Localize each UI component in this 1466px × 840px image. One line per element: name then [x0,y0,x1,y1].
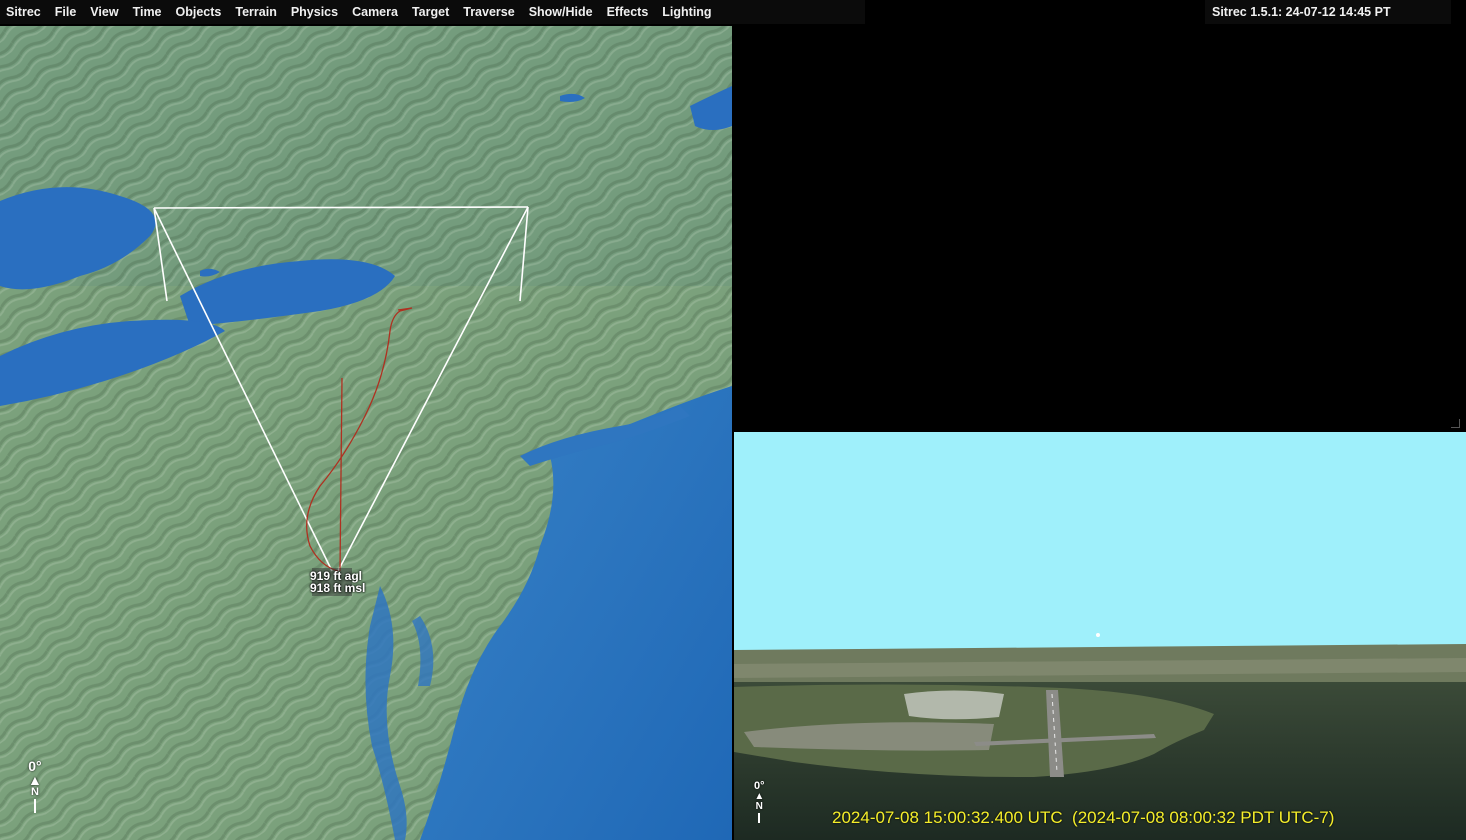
camera-compass-tick [758,813,761,823]
camera-compass: 0° ▲ N [754,780,765,823]
menu-bar-end [1451,0,1466,24]
menu-terrain[interactable]: Terrain [235,5,276,19]
menu-effects[interactable]: Effects [607,5,649,19]
compass-tick [33,799,36,813]
menu-file[interactable]: File [55,5,77,19]
camera-scene [734,633,1466,840]
north-arrow-icon: ▲ [28,772,42,788]
camera-view[interactable]: 0° ▲ N 2024-07-08 15:00:32.400 UTC (2024… [734,432,1466,840]
camera-compass-north: N [755,801,763,812]
altitude-readout: 919 ft agl 918 ft msl [310,570,365,594]
menu-lighting[interactable]: Lighting [662,5,711,19]
menu-bar: Sitrec File View Time Objects Terrain Ph… [0,0,865,24]
menu-time[interactable]: Time [133,5,162,19]
terrain-map [0,26,732,840]
altitude-msl: 918 ft msl [310,581,366,595]
menu-view[interactable]: View [90,5,118,19]
video-view[interactable] [734,27,1464,432]
menu-camera[interactable]: Camera [352,5,398,19]
target-dot [1096,633,1100,637]
menu-show-hide[interactable]: Show/Hide [529,5,593,19]
menu-target[interactable]: Target [412,5,449,19]
timestamp: 2024-07-08 15:00:32.400 UTC (2024-07-08 … [832,808,1335,827]
menu-bar-spacer [865,0,1205,24]
menu-physics[interactable]: Physics [291,5,338,19]
resize-handle-icon[interactable] [1451,419,1460,428]
main-3d-view[interactable]: 919 ft agl 918 ft msl 0° ▲ N [0,26,732,840]
compass: 0° ▲ N [28,758,42,813]
menu-sitrec[interactable]: Sitrec [6,5,41,19]
menu-traverse[interactable]: Traverse [463,5,514,19]
menu-objects[interactable]: Objects [176,5,222,19]
version-label: Sitrec 1.5.1: 24-07-12 14:45 PT [1205,0,1451,24]
